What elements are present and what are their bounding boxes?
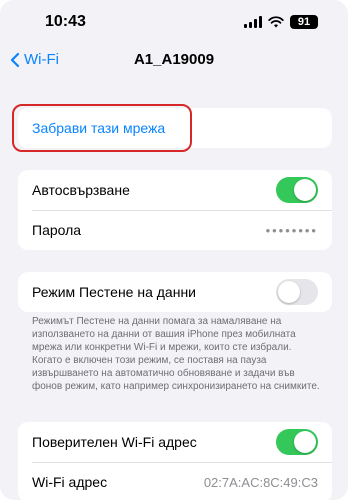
address-group: Поверителен Wi-Fi адрес Wi-Fi адрес 02:7…: [18, 422, 332, 500]
wifi-address-row: Wi-Fi адрес 02:7A:AC:8C:49:C3: [18, 462, 332, 500]
status-bar: 10:43 91: [0, 0, 348, 44]
low-data-footnote: Режимът Пестене на данни помага за намал…: [32, 316, 320, 392]
join-group: Автосвързване Парола ••••••••: [18, 170, 332, 250]
status-time: 10:43: [45, 13, 86, 30]
private-address-row: Поверителен Wi-Fi адрес: [18, 422, 332, 462]
highlight-annotation: [12, 104, 192, 152]
low-data-toggle[interactable]: [276, 279, 318, 305]
password-value: ••••••••: [265, 222, 318, 238]
low-data-label: Режим Пестене на данни: [32, 284, 196, 300]
navigation-bar: Wi-Fi A1_A19009: [0, 45, 348, 77]
auto-join-toggle[interactable]: [276, 177, 318, 203]
low-data-row: Режим Пестене на данни: [18, 272, 332, 312]
password-label: Парола: [32, 222, 82, 238]
auto-join-label: Автосвързване: [32, 182, 130, 198]
private-address-toggle[interactable]: [276, 429, 318, 455]
battery-icon: 91: [290, 15, 318, 29]
private-address-label: Поверителен Wi-Fi адрес: [32, 434, 197, 450]
wifi-address-value: 02:7A:AC:8C:49:C3: [203, 474, 318, 490]
status-icons: 91: [244, 15, 318, 29]
low-data-group: Режим Пестене на данни: [18, 272, 332, 312]
cellular-signal-icon: [244, 16, 262, 28]
password-row[interactable]: Парола ••••••••: [18, 210, 332, 250]
auto-join-row: Автосвързване: [18, 170, 332, 210]
page-title: A1_A19009: [133, 51, 215, 68]
settings-screen: 10:43 91 Wi-Fi A1_A19009 Забрави тази мр…: [0, 0, 348, 500]
wifi-icon: [268, 16, 284, 28]
wifi-address-label: Wi-Fi адрес: [32, 474, 108, 490]
